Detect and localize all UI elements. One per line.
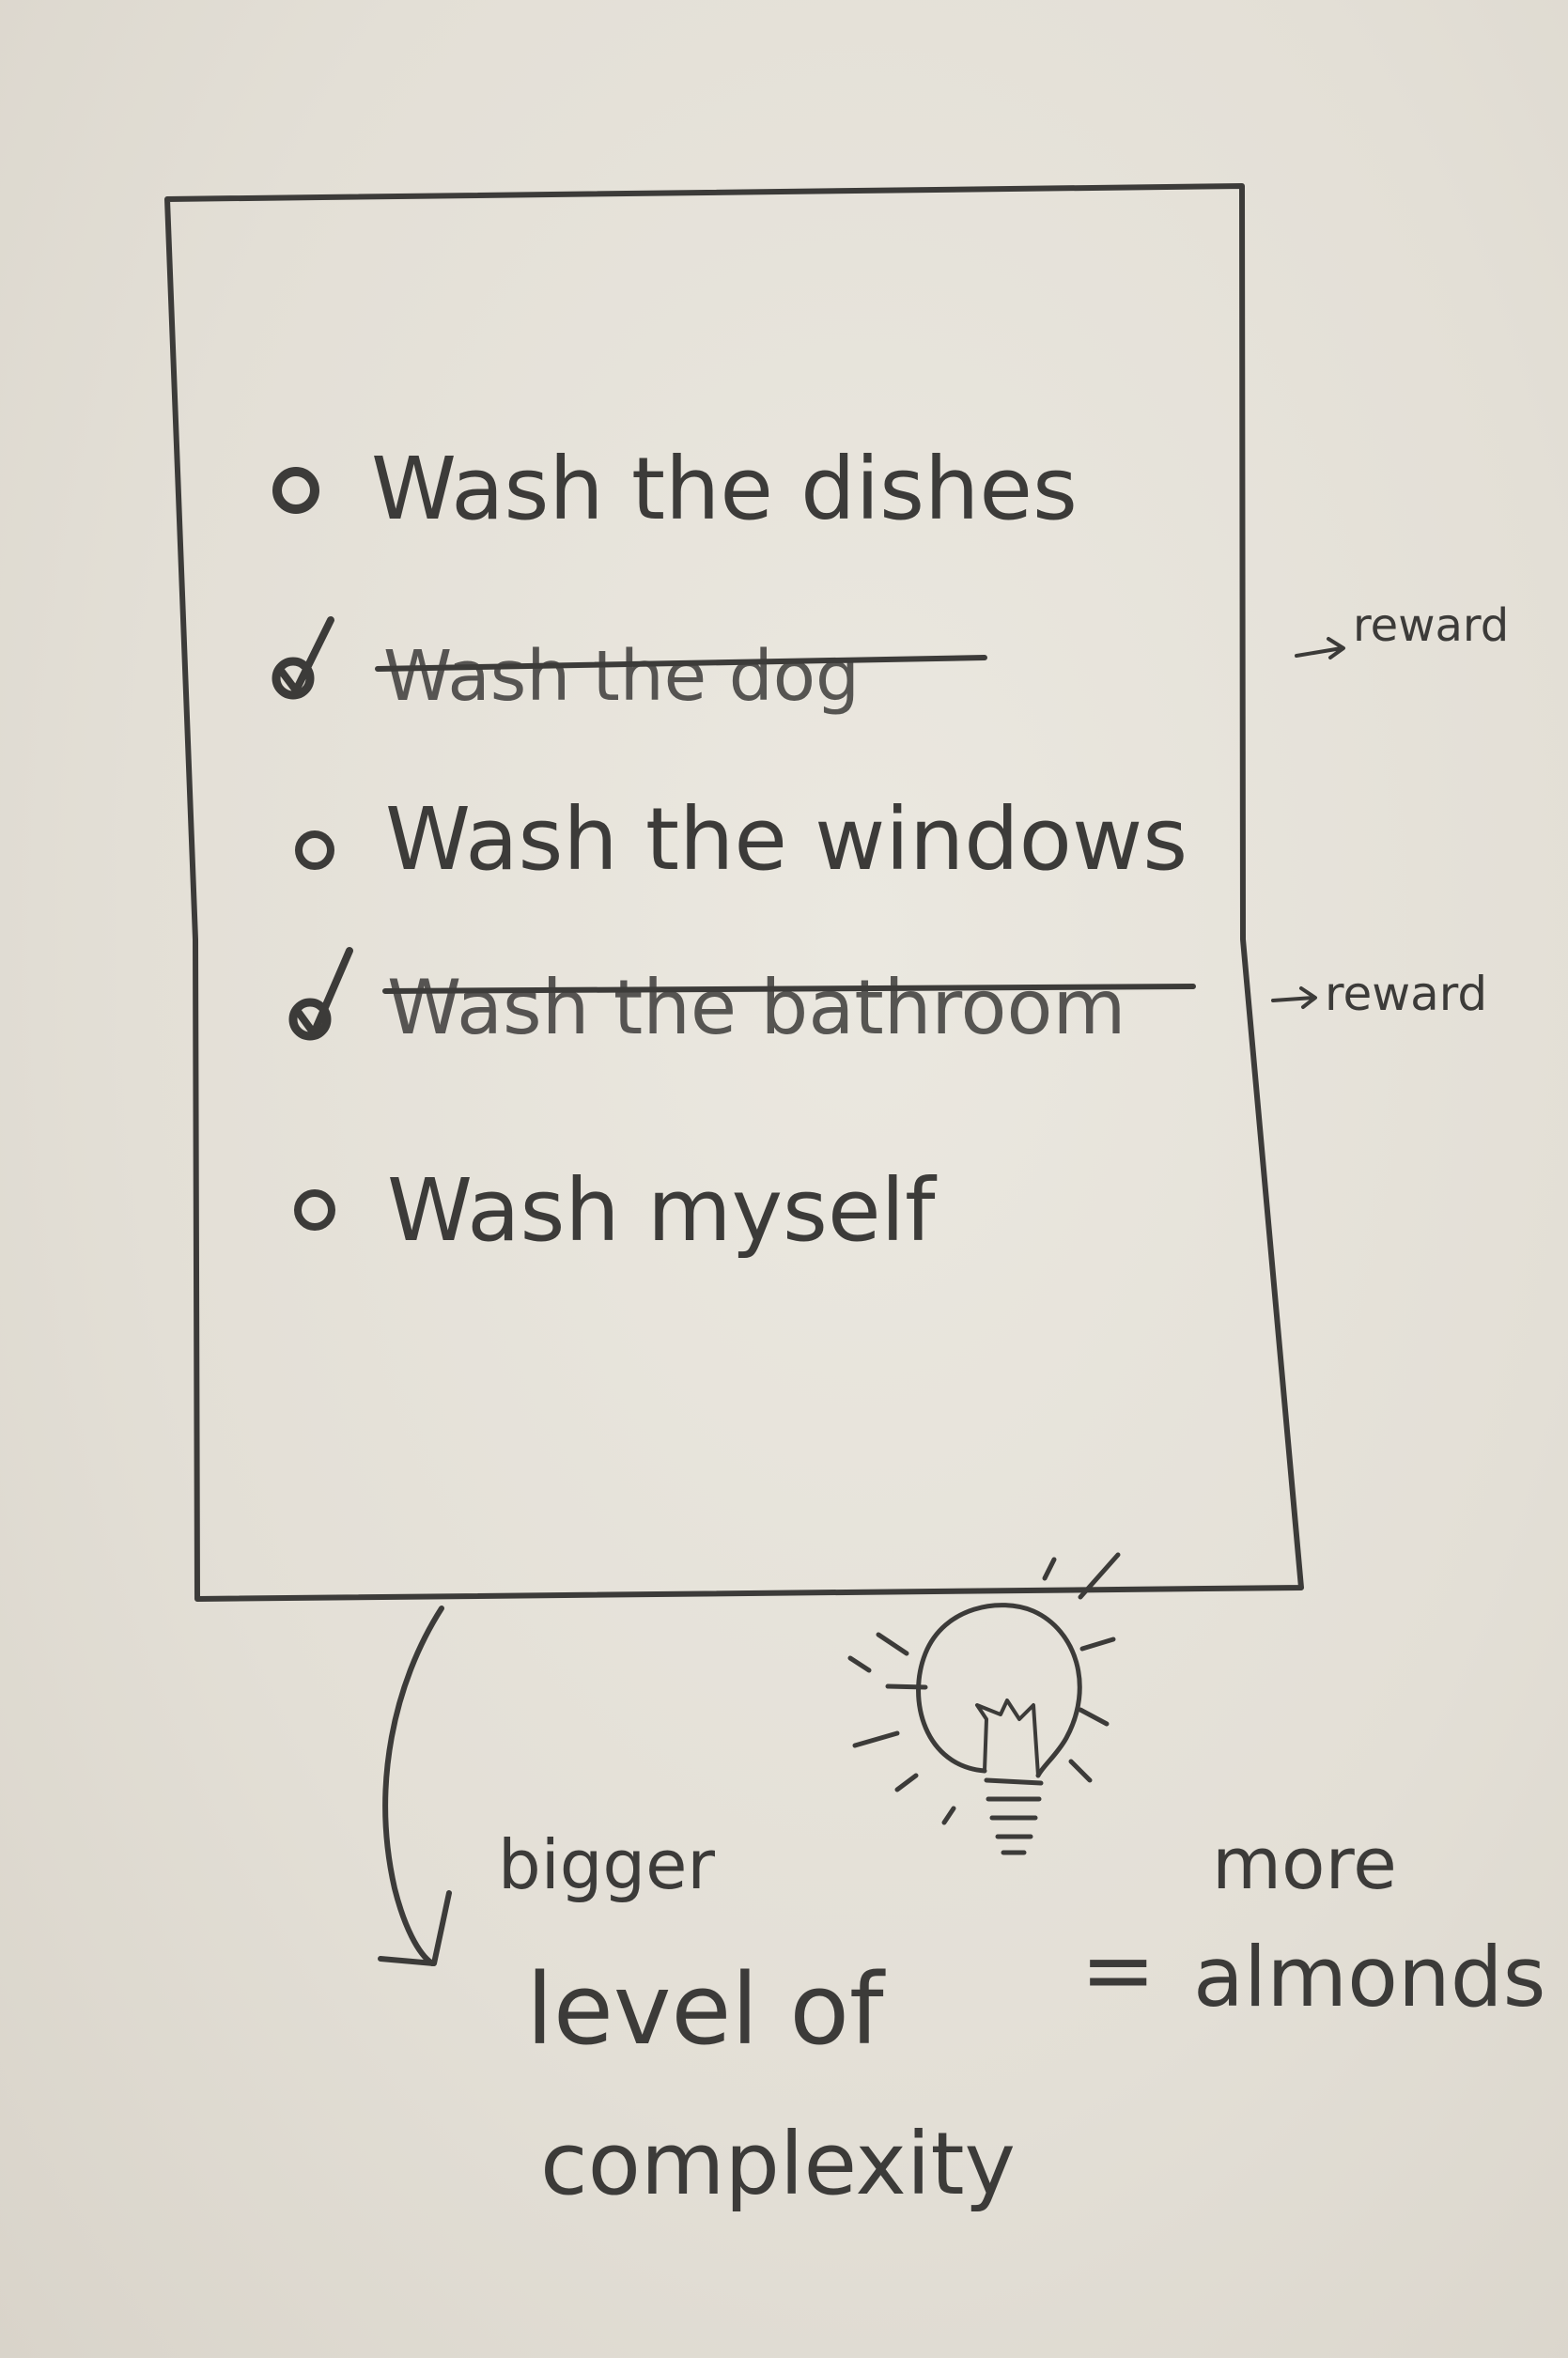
note-line-2: level of: [526, 1952, 886, 2067]
list-item[interactable]: Wash the windows: [295, 789, 1188, 890]
circle-icon[interactable]: [295, 830, 334, 870]
item-label: Wash the bathroom: [387, 964, 1126, 1051]
reward-annotation: reward: [1271, 967, 1487, 1021]
item-label: Wash the dog: [383, 636, 860, 717]
result-line-1: more: [1212, 1822, 1397, 1905]
circle-icon[interactable]: [272, 467, 319, 514]
item-label: Wash the windows: [385, 789, 1188, 890]
equals-sign: =: [1080, 1917, 1156, 2023]
list-item[interactable]: Wash the bathroom: [288, 947, 1196, 1051]
check-icon[interactable]: [288, 947, 353, 1041]
item-label: Wash myself: [387, 1160, 938, 1261]
sketch-canvas: Wash the dishes Wash the dog reward Wash…: [164, 183, 1545, 2214]
list-item[interactable]: Wash myself: [294, 1160, 938, 1261]
list-frame: [164, 183, 1304, 1602]
reward-annotation: reward: [1295, 599, 1509, 659]
lightbulb-icon: [847, 1552, 1121, 1855]
arrow-icon: [1271, 986, 1317, 1009]
arrowhead-icon: [378, 1890, 452, 1966]
note-line-3: complexity: [540, 2114, 1016, 2214]
check-icon[interactable]: [272, 616, 334, 700]
arrow-icon: [1295, 637, 1345, 659]
curved-arrow: [382, 1606, 444, 1966]
note-line-1: bigger: [498, 1825, 715, 1904]
list-item[interactable]: Wash the dishes: [272, 439, 1078, 539]
list-item[interactable]: Wash the dog: [272, 616, 987, 717]
reward-label: reward: [1325, 967, 1487, 1021]
item-label: Wash the dishes: [371, 439, 1078, 539]
reward-label: reward: [1353, 599, 1509, 652]
circle-icon[interactable]: [294, 1189, 335, 1231]
result-line-2: almonds: [1193, 1929, 1545, 2025]
